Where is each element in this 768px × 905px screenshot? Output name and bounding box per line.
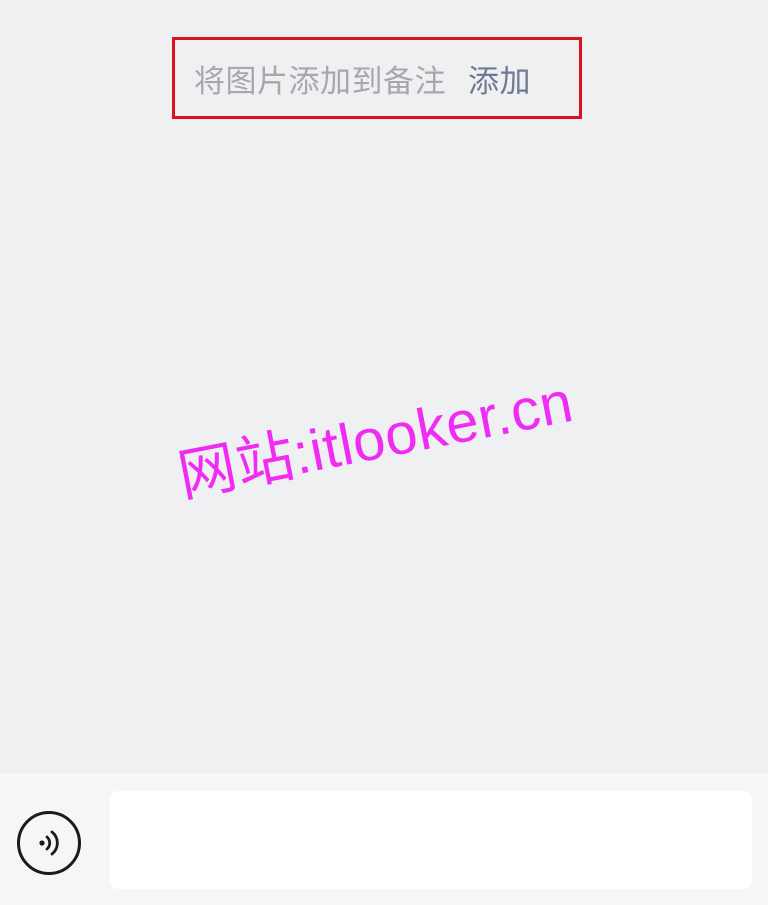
- watermark: 网站:itlooker.cn: [172, 369, 579, 510]
- message-input[interactable]: [110, 791, 752, 889]
- input-bar: [0, 773, 768, 905]
- add-image-to-note-notice: 将图片添加到备注 添加: [172, 37, 582, 119]
- voice-icon: [39, 830, 59, 856]
- add-link[interactable]: 添加: [468, 56, 531, 101]
- voice-button[interactable]: [17, 811, 81, 875]
- chat-area: 将图片添加到备注 添加 网站:itlooker.cn: [0, 0, 768, 773]
- notice-text: 将图片添加到备注: [194, 63, 446, 100]
